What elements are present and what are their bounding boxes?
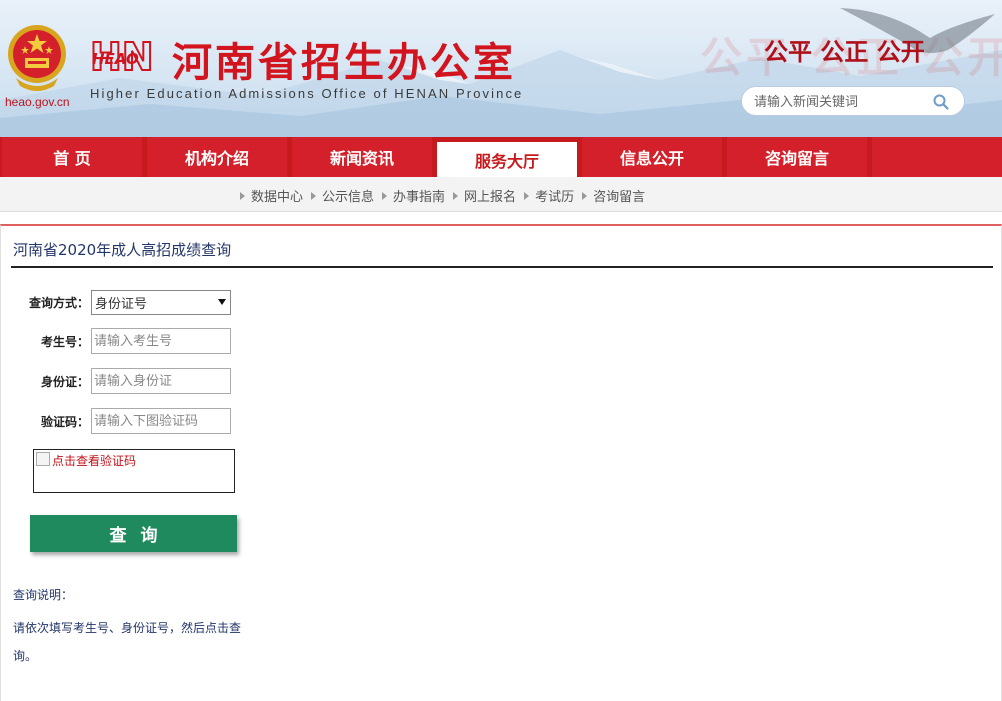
nav-consult[interactable]: 咨询留言: [727, 137, 867, 177]
svg-text:HEAO: HEAO: [92, 50, 139, 68]
nav-home[interactable]: 首 页: [2, 137, 142, 177]
query-button[interactable]: 查询: [30, 515, 237, 552]
captcha-alt-text: 点击查看验证码: [52, 454, 137, 468]
arrow-right-icon: [453, 191, 459, 200]
query-method-select[interactable]: 身份证号: [91, 289, 231, 315]
sub-nav: 数据中心 公示信息 办事指南 网上报名 考试历 咨询留言: [0, 177, 1002, 212]
subnav-label: 网上报名: [464, 190, 517, 205]
caret-down-icon: [218, 299, 226, 305]
page-title: 河南省2020年成人高招成绩查询: [13, 241, 232, 259]
captcha-label: 验证码：: [40, 414, 89, 429]
arrow-right-icon: [582, 191, 588, 200]
subnav-data-center[interactable]: 数据中心: [240, 186, 303, 205]
subnav-guide[interactable]: 办事指南: [382, 186, 445, 205]
subnav-label: 咨询留言: [593, 190, 646, 205]
subnav-consult[interactable]: 咨询留言: [582, 186, 645, 205]
site-url[interactable]: heao.gov.cn: [5, 95, 70, 109]
captcha-image[interactable]: 点击查看验证码: [33, 449, 235, 493]
id-input[interactable]: [91, 368, 231, 394]
query-method-value: 身份证号: [95, 296, 148, 312]
title-divider: [11, 266, 993, 268]
exam-no-input[interactable]: [91, 328, 231, 354]
slogan: 公平 公正 公开: [764, 38, 925, 66]
nav-service-hall[interactable]: 服务大厅: [437, 142, 577, 177]
arrow-right-icon: [382, 191, 388, 200]
subnav-label: 数据中心: [251, 190, 304, 205]
query-method-row: 查询方式： 身份证号: [1, 289, 231, 315]
notes-text: 请依次填写考生号、身份证号，然后点击查询。: [13, 621, 242, 663]
site-subtitle: Higher Education Admissions Office of HE…: [90, 86, 524, 101]
arrow-right-icon: [524, 191, 530, 200]
heao-logo: HN HEAO: [89, 36, 155, 76]
captcha-input[interactable]: [91, 408, 231, 434]
subnav-label: 办事指南: [393, 190, 446, 205]
search-box: [741, 86, 965, 116]
nav-about[interactable]: 机构介绍: [147, 137, 287, 177]
site-header: heao.gov.cn HN HEAO 河南省招生办公室 Higher Educ…: [0, 0, 1002, 137]
id-row: 身份证：: [1, 368, 231, 394]
subnav-label: 考试历: [535, 190, 575, 205]
nav-filler: [872, 137, 1002, 177]
captcha-row: 验证码：: [1, 408, 231, 434]
content-panel: 河南省2020年成人高招成绩查询 查询方式： 身份证号 考生号： 身份证： 验证…: [0, 224, 1002, 701]
arrow-right-icon: [240, 191, 245, 200]
main-nav: 首 页 机构介绍 新闻资讯 服务大厅 信息公开 咨询留言: [0, 137, 1002, 177]
site-title: 河南省招生办公室: [172, 39, 516, 86]
subnav-online-registration[interactable]: 网上报名: [453, 186, 516, 205]
exam-no-row: 考生号：: [1, 328, 231, 354]
nav-info-public[interactable]: 信息公开: [582, 137, 722, 177]
arrow-right-icon: [311, 191, 317, 200]
broken-image-icon: [36, 452, 50, 466]
subnav-exam-calendar[interactable]: 考试历: [524, 186, 574, 205]
query-method-label: 查询方式：: [28, 295, 89, 310]
search-input[interactable]: [754, 92, 924, 112]
nav-news[interactable]: 新闻资讯: [292, 137, 432, 177]
subnav-public-notice[interactable]: 公示信息: [311, 186, 374, 205]
notes-title: 查询说明：: [13, 588, 74, 602]
subnav-label: 公示信息: [322, 190, 375, 205]
id-label: 身份证：: [40, 374, 89, 389]
exam-no-label: 考生号：: [40, 334, 89, 349]
national-emblem-icon: [8, 25, 66, 91]
search-icon[interactable]: [932, 93, 950, 111]
